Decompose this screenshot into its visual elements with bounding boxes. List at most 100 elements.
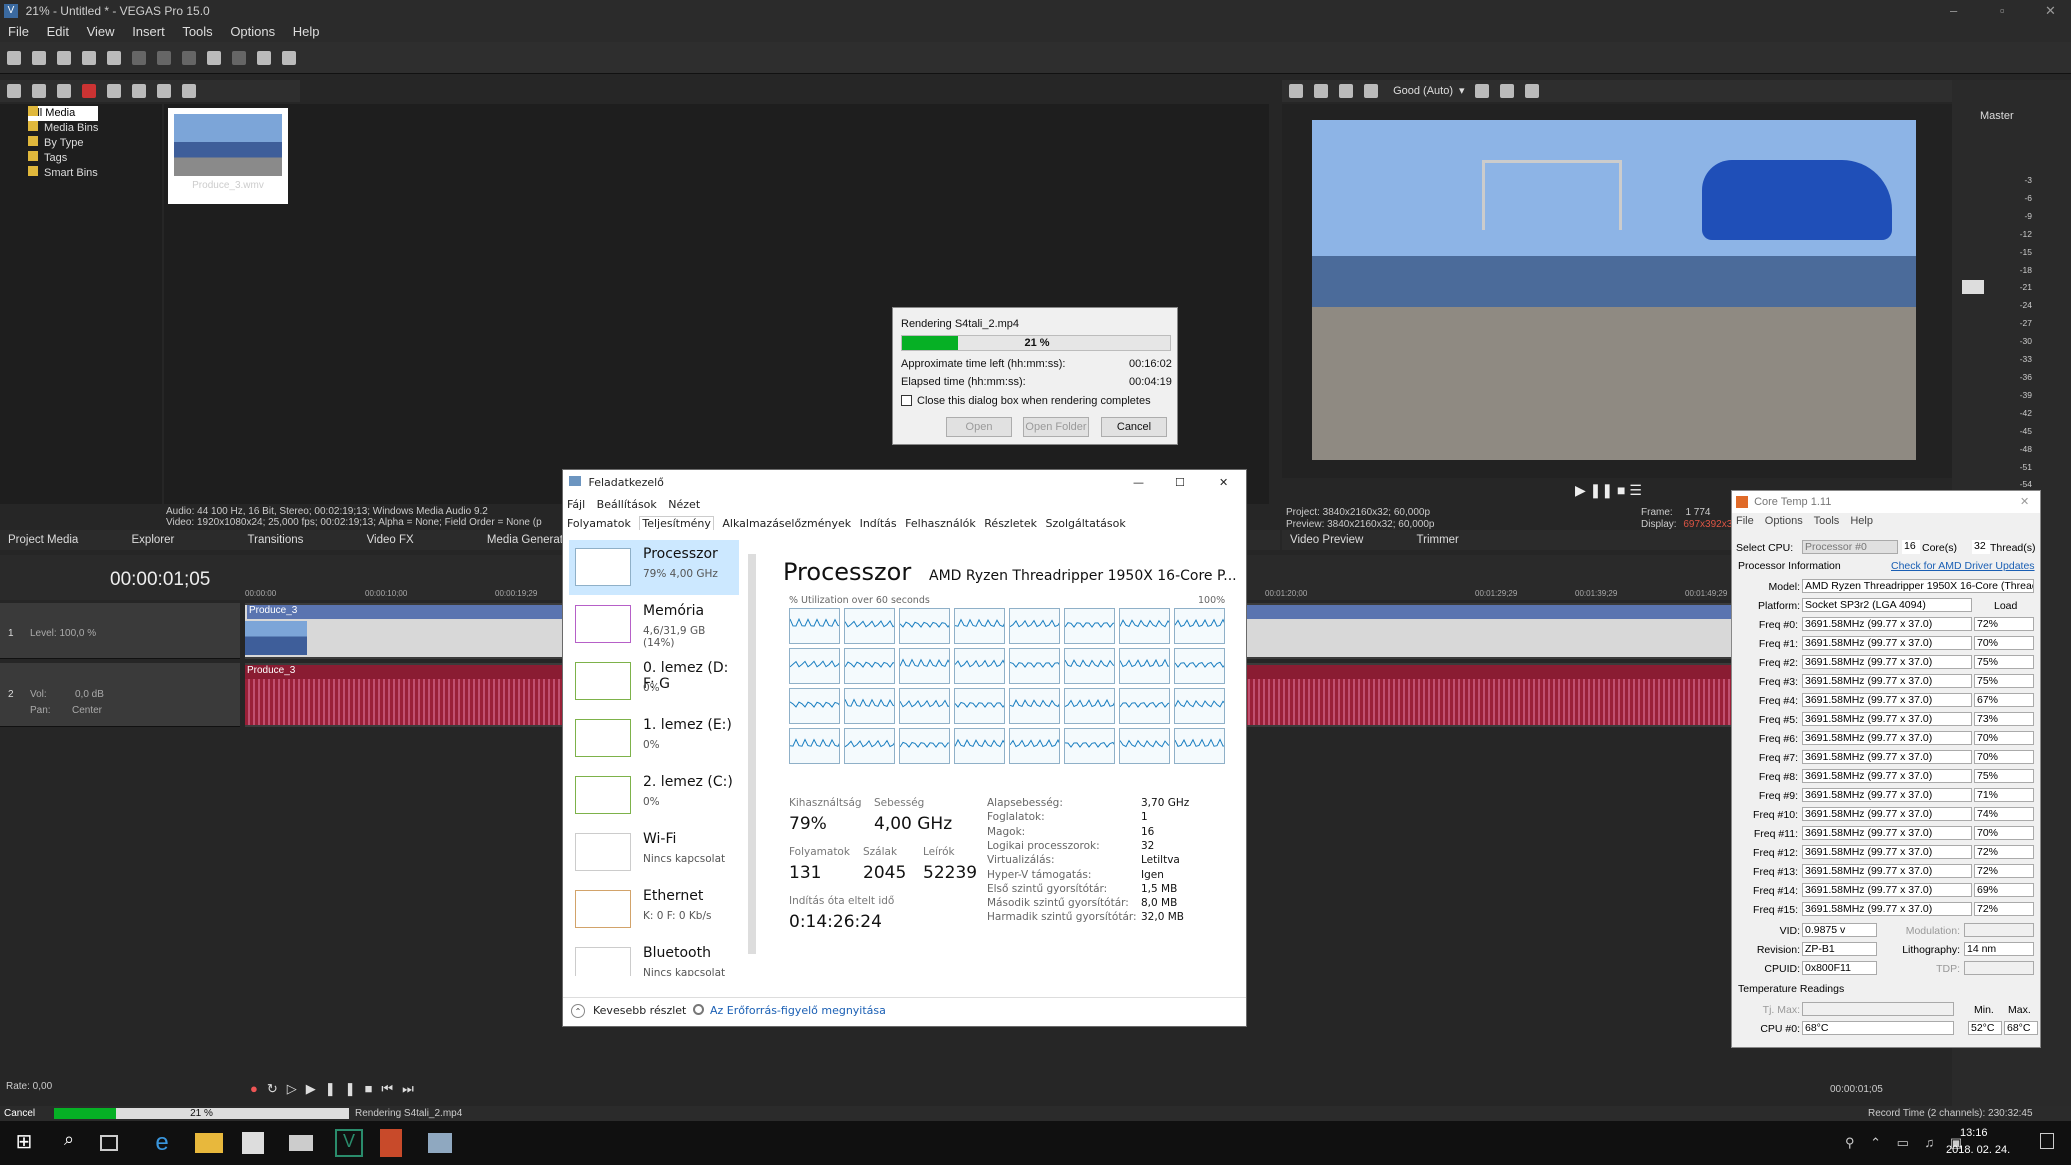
start-icon[interactable]: ⊞ <box>10 1129 38 1157</box>
tm-minimize-button[interactable]: — <box>1133 470 1144 496</box>
paste-icon[interactable] <box>182 51 196 65</box>
copy-icon[interactable] <box>157 51 171 65</box>
loop-icon[interactable]: ↻ <box>267 1081 287 1096</box>
close-when-done-checkbox[interactable] <box>901 395 912 406</box>
side-bluetooth[interactable]: Bluetooth Nincs kapcsolat <box>569 939 739 976</box>
ct-driver-link[interactable]: Check for AMD Driver Updates <box>1891 560 2035 572</box>
minimize-button[interactable]: – <box>1950 0 1957 22</box>
properties-icon[interactable] <box>107 51 121 65</box>
capture-icon[interactable] <box>32 84 46 98</box>
open-folder-button[interactable]: Open Folder <box>1023 417 1089 437</box>
coretemp-taskbar-icon[interactable] <box>380 1129 402 1157</box>
side-cpu[interactable]: Processzor 79% 4,00 GHz <box>569 540 739 595</box>
tree-media-bins[interactable]: Media Bins <box>44 121 98 136</box>
fader-handle[interactable] <box>1962 280 1984 294</box>
overlays-icon[interactable] <box>1474 84 1489 98</box>
tab-app-history[interactable]: Alkalmazáselőzmények <box>722 517 851 530</box>
save-snapshot-icon[interactable] <box>1524 84 1539 98</box>
open-button[interactable]: Open <box>946 417 1012 437</box>
go-start-icon[interactable]: ⏮ <box>381 1081 402 1096</box>
tm-sidebar-scrollbar[interactable] <box>748 554 756 954</box>
save-icon[interactable] <box>57 51 71 65</box>
close-button[interactable]: ✕ <box>2045 0 2056 22</box>
tm-menu-file[interactable]: Fájl <box>567 498 585 511</box>
tm-maximize-button[interactable]: ☐ <box>1175 470 1185 496</box>
vegas-taskbar-icon[interactable]: V <box>335 1129 363 1157</box>
play-from-start-icon[interactable]: ▷ <box>287 1081 306 1096</box>
tree-smart-bins[interactable]: Smart Bins <box>44 166 98 181</box>
save-as-icon[interactable] <box>82 51 96 65</box>
ct-menu-help[interactable]: Help <box>1850 515 1873 527</box>
store-icon[interactable] <box>242 1132 264 1154</box>
stop-icon[interactable]: ■ <box>1617 482 1625 498</box>
tab-explorer[interactable]: Explorer <box>132 530 175 550</box>
side-memory[interactable]: Memória 4,6/31,9 GB (14%) <box>569 597 739 652</box>
record-icon[interactable]: ● <box>250 1081 267 1096</box>
menu-edit[interactable]: Edit <box>47 24 69 39</box>
undo-icon[interactable] <box>207 51 221 65</box>
tab-project-media[interactable]: Project Media <box>8 530 78 550</box>
preview-quality-select[interactable]: Good (Auto) <box>1393 85 1453 97</box>
resource-monitor-link[interactable]: Az Erőforrás-figyelő megnyitása <box>710 1004 886 1017</box>
auto-ripple-icon[interactable] <box>282 51 296 65</box>
open-icon[interactable] <box>32 51 46 65</box>
stop-icon[interactable] <box>157 84 171 98</box>
tab-startup[interactable]: Indítás <box>860 517 897 530</box>
tab-performance[interactable]: Teljesítmény <box>639 516 714 530</box>
menu-help[interactable]: Help <box>293 24 320 39</box>
pause-icon[interactable]: ❚❚ <box>325 1081 365 1096</box>
tab-services[interactable]: Szolgáltatások <box>1045 517 1125 530</box>
search-icon[interactable]: ⌕ <box>55 1129 83 1157</box>
import-media-icon[interactable] <box>7 84 21 98</box>
cancel-button[interactable]: Cancel <box>1101 417 1167 437</box>
preview-properties-icon[interactable] <box>1289 84 1303 98</box>
mail-icon[interactable] <box>289 1135 313 1151</box>
edge-icon[interactable]: e <box>148 1129 176 1157</box>
ct-menu-options[interactable]: Options <box>1765 515 1803 527</box>
tab-trimmer[interactable]: Trimmer <box>1417 530 1459 550</box>
play-icon[interactable]: ▶ <box>1575 482 1586 498</box>
fewer-details-link[interactable]: Kevesebb részlet <box>593 1004 686 1017</box>
ct-close-button[interactable]: ✕ <box>2020 491 2029 513</box>
tm-close-button[interactable]: ✕ <box>1219 470 1228 496</box>
tree-all-media[interactable]: All Media <box>28 106 99 121</box>
cut-icon[interactable] <box>132 51 146 65</box>
taskmgr-taskbar-icon[interactable] <box>428 1133 452 1153</box>
tm-menu-view[interactable]: Nézet <box>668 498 700 511</box>
tab-video-fx[interactable]: Video FX <box>367 530 414 550</box>
side-disk2[interactable]: 2. lemez (C:) 0% <box>569 768 739 823</box>
split-screen-icon[interactable] <box>1364 84 1378 98</box>
maximize-button[interactable]: ▫ <box>2000 0 2005 22</box>
pause-icon[interactable]: ❚❚ <box>1590 482 1613 498</box>
delete-icon[interactable] <box>82 84 96 98</box>
notifications-icon[interactable] <box>2040 1133 2054 1149</box>
ct-cpu-select[interactable]: Processor #0 <box>1802 540 1898 554</box>
tab-details[interactable]: Részletek <box>984 517 1037 530</box>
tab-video-preview[interactable]: Video Preview <box>1290 530 1363 550</box>
side-ethernet[interactable]: Ethernet K: 0 F: 0 Kb/s <box>569 882 739 937</box>
side-wifi[interactable]: Wi-Fi Nincs kapcsolat <box>569 825 739 880</box>
tm-menu-options[interactable]: Beállítások <box>597 498 657 511</box>
tree-by-type[interactable]: By Type <box>44 136 98 151</box>
task-view-icon[interactable] <box>100 1135 118 1151</box>
media-fx-icon[interactable] <box>107 84 121 98</box>
tab-users[interactable]: Felhasználók <box>905 517 976 530</box>
play-icon[interactable]: ▶ <box>306 1081 325 1096</box>
get-media-icon[interactable] <box>57 84 71 98</box>
tab-transitions[interactable]: Transitions <box>248 530 304 550</box>
redo-icon[interactable] <box>232 51 246 65</box>
file-explorer-icon[interactable] <box>195 1133 223 1153</box>
new-icon[interactable] <box>7 51 21 65</box>
external-monitor-icon[interactable] <box>1314 84 1328 98</box>
menu-icon[interactable]: ☰ <box>1629 482 1642 498</box>
copy-snapshot-icon[interactable] <box>1499 84 1514 98</box>
menu-options[interactable]: Options <box>230 24 275 39</box>
status-cancel-button[interactable]: Cancel <box>4 1106 50 1121</box>
play-icon[interactable] <box>132 84 146 98</box>
ct-menu-file[interactable]: File <box>1736 515 1754 527</box>
tab-processes[interactable]: Folyamatok <box>567 517 631 530</box>
menu-insert[interactable]: Insert <box>132 24 165 39</box>
video-fx-icon[interactable] <box>1339 84 1353 98</box>
go-end-icon[interactable]: ⏭ <box>402 1081 423 1096</box>
ct-menu-tools[interactable]: Tools <box>1814 515 1840 527</box>
